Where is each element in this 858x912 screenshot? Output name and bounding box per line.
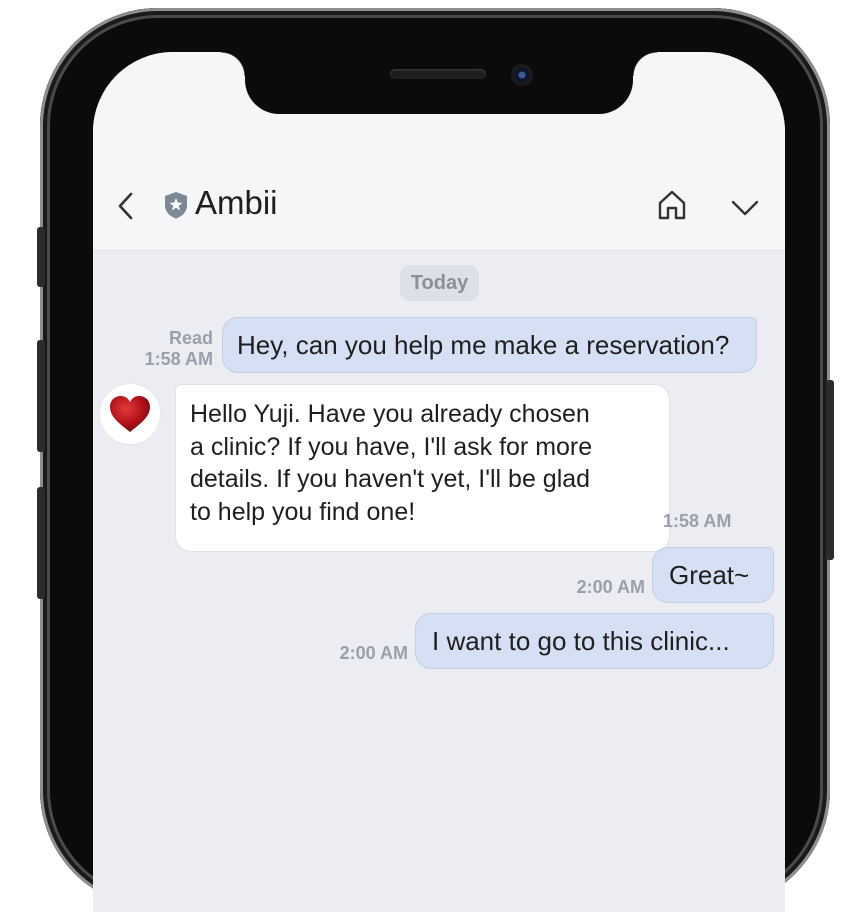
speaker-grille: [390, 69, 486, 79]
outgoing-message-bubble[interactable]: Hey, can you help me make a reservation?: [222, 317, 757, 373]
heart-icon: [110, 396, 150, 432]
message-time: 1:58 AM: [144, 349, 213, 369]
bot-avatar: [100, 384, 160, 444]
phone-side-button: [37, 487, 45, 599]
back-button[interactable]: [113, 190, 139, 222]
shield-star-icon: [163, 190, 189, 220]
phone-screen: Ambii Today Read 1:58 AM Hey, can you he…: [93, 52, 785, 912]
date-divider: Today: [400, 265, 479, 301]
phone-side-button: [37, 227, 45, 287]
phone-side-button: [37, 340, 45, 452]
message-time: 2:00 AM: [339, 643, 408, 663]
chat-message-area: Today Read 1:58 AM Hey, can you help me …: [93, 251, 785, 871]
expand-menu-button[interactable]: [730, 198, 760, 218]
message-text: Great~: [669, 560, 750, 590]
read-status: Read: [168, 328, 213, 348]
chevron-down-icon: [731, 200, 759, 216]
home-icon: [658, 190, 686, 220]
message-text: I want to go to this clinic...: [432, 626, 730, 656]
phone-notch: [221, 52, 657, 114]
message-line: a clinic? If you have, I'll ask for more: [190, 432, 593, 461]
message-line: details. If you haven't yet, I'll be gla…: [190, 465, 591, 493]
front-camera: [511, 64, 533, 86]
message-time: 1:58 AM: [663, 511, 732, 531]
outgoing-message-bubble[interactable]: Great~: [652, 547, 774, 603]
home-button[interactable]: [656, 188, 688, 222]
chevron-left-icon: [118, 192, 133, 220]
outgoing-message-bubble[interactable]: I want to go to this clinic...: [415, 613, 774, 669]
message-text: Hey, can you help me make a reservation?: [237, 330, 730, 360]
chat-header: Ambii: [93, 160, 785, 251]
incoming-message-bubble[interactable]: Hello Yuji. Have you already chosen a cl…: [175, 384, 670, 552]
message-line: to help you find one!: [190, 497, 416, 526]
phone-side-button: [826, 380, 834, 560]
chat-title: Ambii: [195, 184, 278, 221]
message-line: Hello Yuji. Have you already chosen: [190, 400, 590, 428]
message-meta: Read 1:58 AM: [133, 328, 213, 370]
message-time: 2:00 AM: [576, 577, 645, 597]
